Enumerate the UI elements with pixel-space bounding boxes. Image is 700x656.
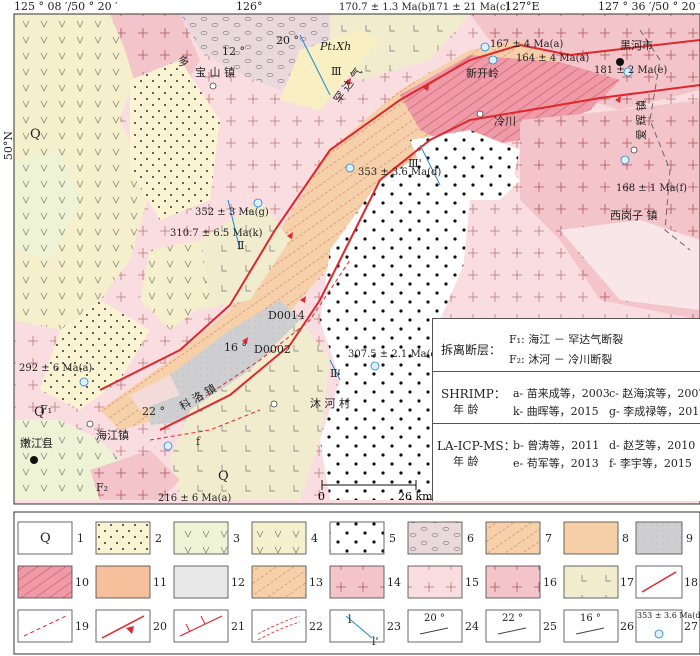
label-lengchuan: 冷川 bbox=[494, 115, 516, 128]
label-duo: 多 bbox=[178, 55, 189, 68]
legend-num-22: 22 bbox=[309, 620, 323, 633]
legend-l: l bbox=[348, 613, 352, 626]
age-a10: 307.5 ± 2.1 Ma(d) bbox=[348, 349, 441, 360]
legend-num-7: 7 bbox=[545, 532, 552, 545]
label-xigangzi: 西岗子 镇 bbox=[610, 209, 658, 222]
shrimp-ref-c: c- 赵海滨等，2007 bbox=[609, 387, 700, 400]
fault-title: 拆离断层： bbox=[441, 343, 502, 357]
legend-num-8: 8 bbox=[622, 532, 629, 545]
age-a7: 168 ± 1 Ma(f) bbox=[616, 183, 688, 194]
coord-top-127: 127°E bbox=[505, 0, 540, 13]
legend-l-prime: l' bbox=[372, 635, 379, 648]
shrimp-ref-g: g- 李成禄等，2013 bbox=[609, 405, 700, 418]
shrimp-title: SHRIMP： bbox=[441, 387, 506, 401]
age-a9: 310.7 ± 6.5 Ma(k) bbox=[170, 228, 263, 239]
age-a11: 292 ± 6 Ma(a) bbox=[19, 363, 93, 374]
la-ref-f: f- 李宇等，2015 bbox=[609, 457, 692, 470]
legend-num-27: 27 bbox=[684, 620, 698, 633]
legend-num-18: 18 bbox=[684, 576, 698, 589]
coord-left-lat: 50°N bbox=[2, 130, 16, 161]
label-dip-16: 16 ° bbox=[224, 341, 247, 354]
label-q-center: Q bbox=[218, 469, 229, 484]
age-a6: 353 ± 3.6 Ma(d) bbox=[358, 167, 442, 178]
legend-num-20: 20 bbox=[153, 620, 167, 633]
shrimp-ref-k: k- 曲晖等，2015 bbox=[513, 405, 599, 418]
label-q-north: Q bbox=[30, 127, 41, 142]
label-iii: Ⅲ bbox=[331, 65, 342, 78]
legend-num-26: 26 bbox=[620, 620, 634, 633]
age-a1: 170.7 ± 1.3 Ma(b) bbox=[339, 2, 432, 13]
la-ref-b: b- 曾涛等，2011 bbox=[513, 439, 600, 452]
legend-num-24: 24 bbox=[465, 620, 479, 633]
legend-num-11: 11 bbox=[153, 576, 167, 589]
fault-f1-desc: F₁: 海江 － 罕达气断裂 bbox=[509, 333, 624, 346]
label-xinkailing: 新开岭 bbox=[466, 67, 499, 80]
label-ii-prime: Ⅱ' bbox=[330, 367, 341, 380]
label-dip-22: 22 ° bbox=[142, 405, 165, 418]
legend-num-12: 12 bbox=[231, 576, 245, 589]
scale-zero: 0 bbox=[318, 490, 325, 503]
shrimp-age: 年 龄 bbox=[453, 403, 479, 416]
label-muhe: 沐 河 村 bbox=[310, 397, 350, 410]
legend-num-1: 1 bbox=[77, 532, 84, 545]
legend-num-17: 17 bbox=[620, 576, 634, 589]
legend-sym-25: 22 ° bbox=[502, 613, 523, 624]
legend-num-23: 23 bbox=[387, 620, 401, 633]
la-ref-e: e- 苟军等，2013 bbox=[513, 457, 599, 470]
label-f2: F₂ bbox=[96, 481, 109, 494]
legend-num-10: 10 bbox=[75, 576, 89, 589]
label-dip-20: 20 ° bbox=[276, 34, 299, 47]
age-a8: 352 ± 3 Ma(g) bbox=[195, 207, 269, 218]
label-d0002: D0002 bbox=[254, 343, 291, 356]
legend-num-21: 21 bbox=[231, 620, 245, 633]
legend-num-19: 19 bbox=[75, 620, 89, 633]
info-panel: 拆离断层： F₁: 海江 － 罕达气断裂 F₂: 沐河 － 冷川断裂 SHRIM… bbox=[432, 318, 700, 501]
geological-map-figure: 125 ° 08 ′/50 ° 20 ′ 126° 127°E 127 ° 36… bbox=[0, 0, 700, 656]
legend-num-15: 15 bbox=[465, 576, 479, 589]
label-f-prime: f bbox=[196, 435, 201, 448]
legend-num-13: 13 bbox=[309, 576, 323, 589]
legend-sym-24: 20 ° bbox=[424, 613, 445, 624]
legend-num-16: 16 bbox=[543, 576, 557, 589]
age-a5: 181 ± 2 Ma(e) bbox=[594, 65, 668, 76]
age-a4: 164 ± 4 Ma(a) bbox=[516, 53, 590, 64]
coord-top-left: 125 ° 08 ′/50 ° 20 ′ bbox=[14, 0, 118, 13]
legend-sym-26: 16 ° bbox=[580, 613, 601, 624]
label-dip-12: 12 ° bbox=[222, 45, 245, 58]
age-a3: 167 ± 4 Ma(a) bbox=[490, 39, 564, 50]
legend-num-14: 14 bbox=[387, 576, 401, 589]
legend-num-9: 9 bbox=[686, 532, 693, 545]
label-pt: Pt₁Xh bbox=[320, 40, 352, 53]
age-a12: 216 ± 6 Ma(a) bbox=[158, 493, 232, 504]
legend-num-2: 2 bbox=[155, 532, 162, 545]
label-heihe: 黑河市 bbox=[620, 39, 653, 52]
label-ii: Ⅱ bbox=[237, 239, 245, 252]
legend-num-25: 25 bbox=[543, 620, 557, 633]
coord-top-right: 127 ° 36 ′/50 ° 20 ′ bbox=[598, 0, 700, 13]
label-nenjiang: 嫩江县 bbox=[20, 437, 53, 450]
fault-f2-desc: F₂: 沐河 － 冷川断裂 bbox=[509, 353, 613, 366]
label-haijiang: 海江镇 bbox=[96, 429, 129, 442]
legend-num-5: 5 bbox=[389, 532, 396, 545]
shrimp-ref-a: a- 苗来成等，2003 bbox=[513, 387, 610, 400]
coord-top-126: 126° bbox=[236, 0, 263, 13]
legend-sym-27: 353 ± 3.6 Ma(d) bbox=[637, 611, 700, 620]
legend-num-4: 4 bbox=[311, 532, 318, 545]
legend-num-6: 6 bbox=[467, 532, 474, 545]
label-d0014: D0014 bbox=[268, 309, 305, 322]
la-age: 年 龄 bbox=[453, 455, 479, 468]
la-ref-d: d- 赵芝等，2010 bbox=[609, 439, 696, 452]
legend-sym-q: Q bbox=[40, 531, 51, 546]
label-aihui: 爱 辉 镇 bbox=[635, 100, 648, 140]
label-f1: F₁ bbox=[40, 403, 53, 416]
la-title: LA-ICP-MS： bbox=[437, 439, 516, 453]
scale-end: 26 km bbox=[398, 490, 433, 503]
legend-num-3: 3 bbox=[233, 532, 240, 545]
label-baoshan: 宝 山 镇 bbox=[195, 66, 235, 79]
legend bbox=[13, 511, 700, 655]
age-a2: 171 ± 21 Ma(c) bbox=[430, 2, 510, 13]
